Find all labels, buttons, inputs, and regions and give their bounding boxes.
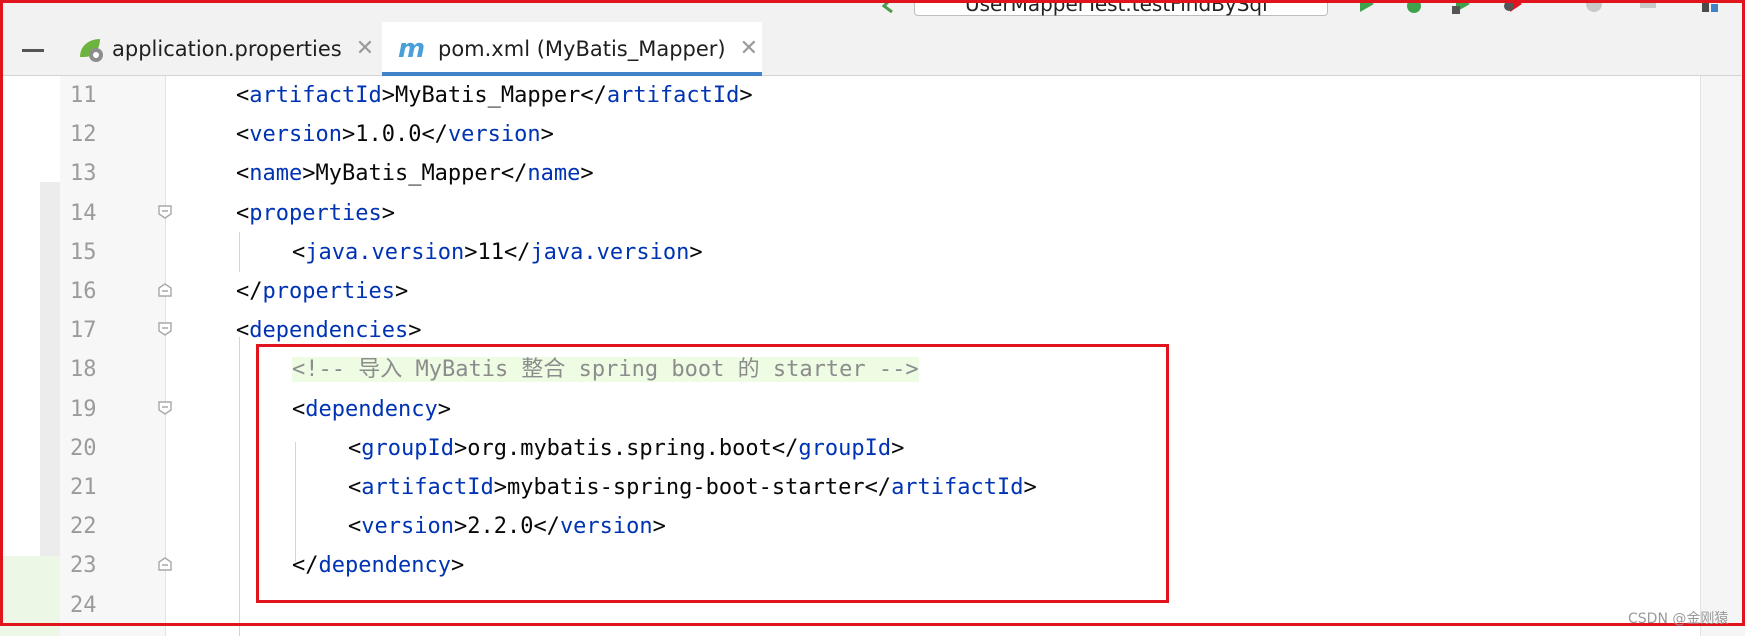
line-number: 21 <box>70 475 97 500</box>
xml-tag-name: java.version <box>305 239 465 265</box>
line-number: 17 <box>70 318 97 344</box>
code-token: < <box>236 83 250 108</box>
svg-text:m: m <box>398 35 425 63</box>
fold-icon[interactable] <box>157 204 173 220</box>
back-arrow-icon[interactable] <box>878 0 898 14</box>
code-token: < <box>236 200 250 226</box>
xml-tag-name: name <box>527 161 581 187</box>
xml-tag-name: version <box>249 122 342 148</box>
line-number: 16 <box>70 279 97 304</box>
code-line[interactable]: 16 </properties> <box>0 272 1745 311</box>
stop-icon[interactable] <box>1584 0 1604 14</box>
editor-tab-bar: application.properties ✕ m pom.xml (MyBa… <box>0 22 1745 76</box>
line-number: 24 <box>70 592 97 618</box>
xml-tag-name: name <box>249 161 303 187</box>
xml-tag-name: properties <box>249 200 382 226</box>
code-line[interactable]: 12 <version>1.0.0</version> <box>0 115 1745 154</box>
close-icon[interactable]: ✕ <box>356 36 374 61</box>
code-token: >MyBatis_Mapper</ <box>302 161 528 187</box>
code-token: > <box>580 161 594 187</box>
line-number: 14 <box>70 200 97 226</box>
layout-icon[interactable] <box>1700 0 1720 14</box>
code-text: <version>1.0.0</version> <box>236 115 554 154</box>
fold-end-icon[interactable] <box>157 556 173 572</box>
fold-icon[interactable] <box>157 321 173 337</box>
run-icon[interactable] <box>1356 0 1376 14</box>
line-number: 13 <box>70 161 97 187</box>
code-editor[interactable]: 11 <artifactId>MyBatis_Mapper</artifactId… <box>0 76 1745 636</box>
code-token: > <box>689 239 703 265</box>
code-line[interactable]: 15 <java.version>11</java.version> <box>0 233 1745 272</box>
line-number: 11 <box>70 83 97 108</box>
code-token: >1.0.0</ <box>341 122 448 148</box>
code-text: </properties> <box>236 272 408 311</box>
code-token: < <box>236 318 250 344</box>
line-number: 15 <box>70 239 97 265</box>
collapse-tabs-button[interactable] <box>22 49 44 52</box>
maven-icon: m <box>398 35 425 63</box>
code-token: < <box>292 239 306 265</box>
code-token: </ <box>236 279 263 304</box>
code-token: > <box>381 200 395 226</box>
fold-end-icon[interactable] <box>157 282 173 298</box>
top-toolbar: UserMapperTest.testFindBySql <box>0 0 1745 22</box>
code-text: <name>MyBatis_Mapper</name> <box>236 154 594 193</box>
code-token: > <box>408 318 422 344</box>
watermark: CSDN @金刚猿 <box>1628 611 1729 627</box>
coverage-icon[interactable] <box>1452 0 1472 14</box>
xml-tag-name: dependencies <box>249 318 409 344</box>
annotation-highlight-box <box>256 344 1169 603</box>
code-line[interactable]: 14 <properties> <box>0 194 1745 233</box>
fold-icon[interactable] <box>157 400 173 416</box>
code-token: < <box>236 122 250 148</box>
line-number: 19 <box>70 396 97 422</box>
code-token: >MyBatis_Mapper</ <box>381 83 607 108</box>
line-number: 12 <box>70 122 97 148</box>
line-number: 18 <box>70 357 97 383</box>
code-line[interactable]: 11 <artifactId>MyBatis_Mapper</artifactId… <box>0 76 1745 115</box>
line-number: 23 <box>70 553 97 579</box>
xml-tag-name: artifactId <box>606 83 740 108</box>
code-token: > <box>540 122 554 148</box>
code-token: > <box>394 279 409 304</box>
code-text: <properties> <box>236 194 395 233</box>
code-token: < <box>236 161 250 187</box>
tab-label: pom.xml (MyBatis_Mapper) <box>438 36 726 61</box>
run-configuration-selector[interactable]: UserMapperTest.testFindBySql <box>914 0 1328 16</box>
build-icon[interactable] <box>1638 0 1658 14</box>
tab-pom-xml[interactable]: m pom.xml (MyBatis_Mapper) ✕ <box>382 22 762 76</box>
xml-tag-name: version <box>447 122 541 148</box>
line-number: 20 <box>70 435 97 461</box>
xml-tag-name: java.version <box>530 239 690 265</box>
tab-application-properties[interactable]: application.properties ✕ <box>76 22 380 75</box>
xml-tag-name: artifactId <box>249 83 382 108</box>
line-number: 22 <box>70 514 97 540</box>
xml-tag-name: properties <box>262 279 395 304</box>
editor-scrollbar[interactable] <box>1700 76 1745 636</box>
code-token: >11</ <box>464 239 531 265</box>
debug-icon[interactable] <box>1404 0 1424 14</box>
spring-properties-icon <box>80 38 103 62</box>
code-text: <java.version>11</java.version> <box>292 233 703 272</box>
close-icon[interactable]: ✕ <box>740 36 758 61</box>
profile-icon[interactable] <box>1504 0 1524 14</box>
code-line[interactable]: 13 <name>MyBatis_Mapper</name> <box>0 154 1745 193</box>
tab-label: application.properties <box>112 36 342 61</box>
code-token: > <box>739 83 753 108</box>
code-text: <artifactId>MyBatis_Mapper</artifactId> <box>236 76 753 115</box>
